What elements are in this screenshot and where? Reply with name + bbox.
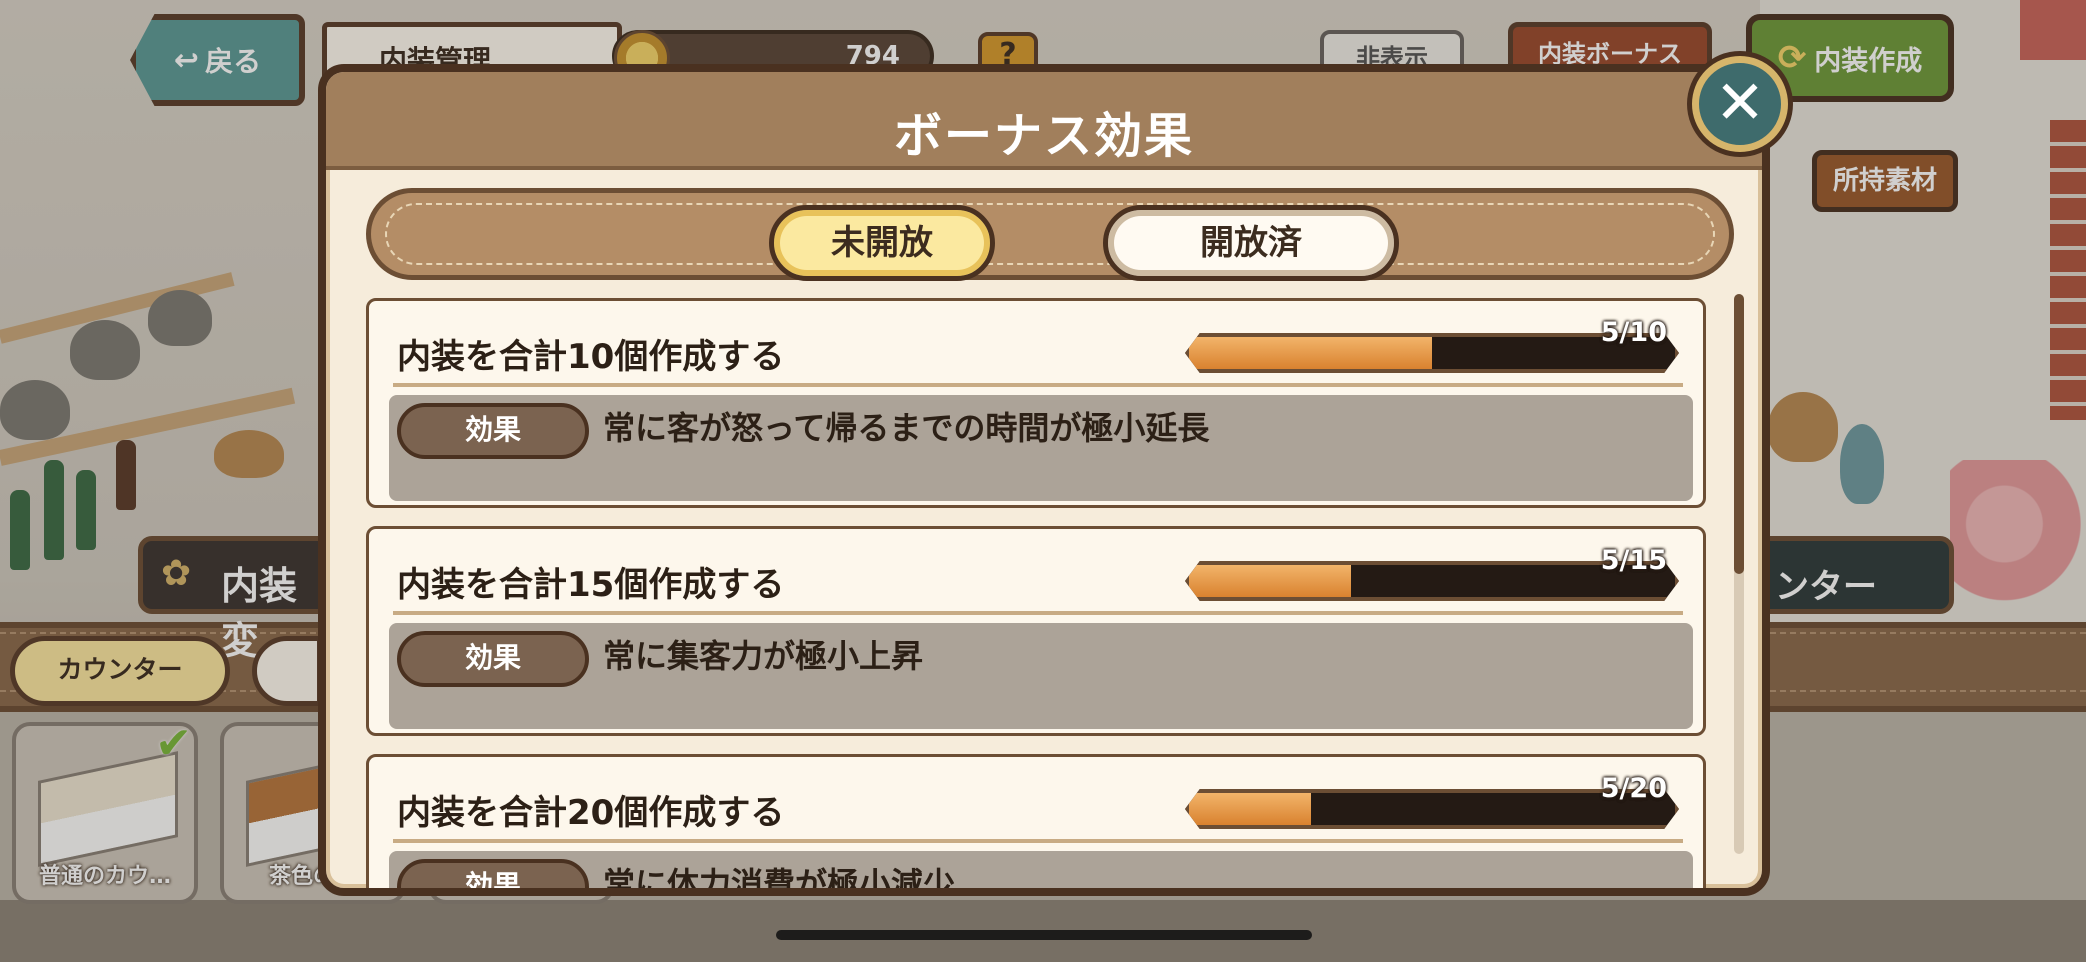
effect-badge: 効果 — [397, 631, 589, 687]
bonus-condition: 内装を合計15個作成する — [397, 565, 785, 605]
bonus-list[interactable]: 内装を合計10個作成する 5/10 効果 常に客が怒って帰るまでの時間が極小延長… — [366, 298, 1706, 890]
dialog-title: ボーナス効果 — [893, 108, 1194, 164]
progress-fill — [1189, 337, 1432, 369]
effect-description: 常に客が怒って帰るまでの時間が極小延長 — [603, 409, 1210, 447]
bonus-effect-dialog: ボーナス効果 未開放 開放済 内装を合計10個作成する 5/10 効果 常に客が… — [318, 64, 1770, 896]
divider — [393, 383, 1683, 387]
close-icon: ✕ — [1714, 68, 1766, 138]
progress-text: 5/15 — [1600, 545, 1667, 576]
bonus-card: 内装を合計10個作成する 5/10 効果 常に客が怒って帰るまでの時間が極小延長 — [366, 298, 1706, 508]
bonus-condition: 内装を合計20個作成する — [397, 793, 785, 833]
tab-bar: 未開放 開放済 — [366, 188, 1734, 281]
progress-text: 5/10 — [1600, 317, 1667, 348]
progress-text: 5/20 — [1600, 773, 1667, 804]
effect-description: 常に集客力が極小上昇 — [603, 637, 924, 675]
scrollbar[interactable] — [1734, 294, 1744, 854]
effect-badge: 効果 — [397, 403, 589, 459]
dialog-header: ボーナス効果 — [326, 72, 1762, 170]
close-button[interactable]: ✕ — [1692, 56, 1788, 152]
effect-badge: 効果 — [397, 859, 589, 888]
effect-box: 効果 常に体力消費が極小減少 — [389, 851, 1693, 890]
effect-box: 効果 常に集客力が極小上昇 — [389, 623, 1693, 729]
tab-bar-stitch — [385, 203, 1715, 265]
effect-description: 常に体力消費が極小減少 — [603, 865, 956, 890]
tab-released[interactable]: 開放済 — [1103, 205, 1399, 281]
progress-fill — [1189, 793, 1311, 825]
progress-fill — [1189, 565, 1351, 597]
divider — [393, 839, 1683, 843]
tab-unreleased[interactable]: 未開放 — [769, 205, 995, 281]
bonus-card: 内装を合計20個作成する 5/20 効果 常に体力消費が極小減少 — [366, 754, 1706, 890]
bonus-card: 内装を合計15個作成する 5/15 効果 常に集客力が極小上昇 — [366, 526, 1706, 736]
bonus-condition: 内装を合計10個作成する — [397, 337, 785, 377]
effect-box: 効果 常に客が怒って帰るまでの時間が極小延長 — [389, 395, 1693, 501]
divider — [393, 611, 1683, 615]
scroll-thumb[interactable] — [1734, 294, 1744, 574]
